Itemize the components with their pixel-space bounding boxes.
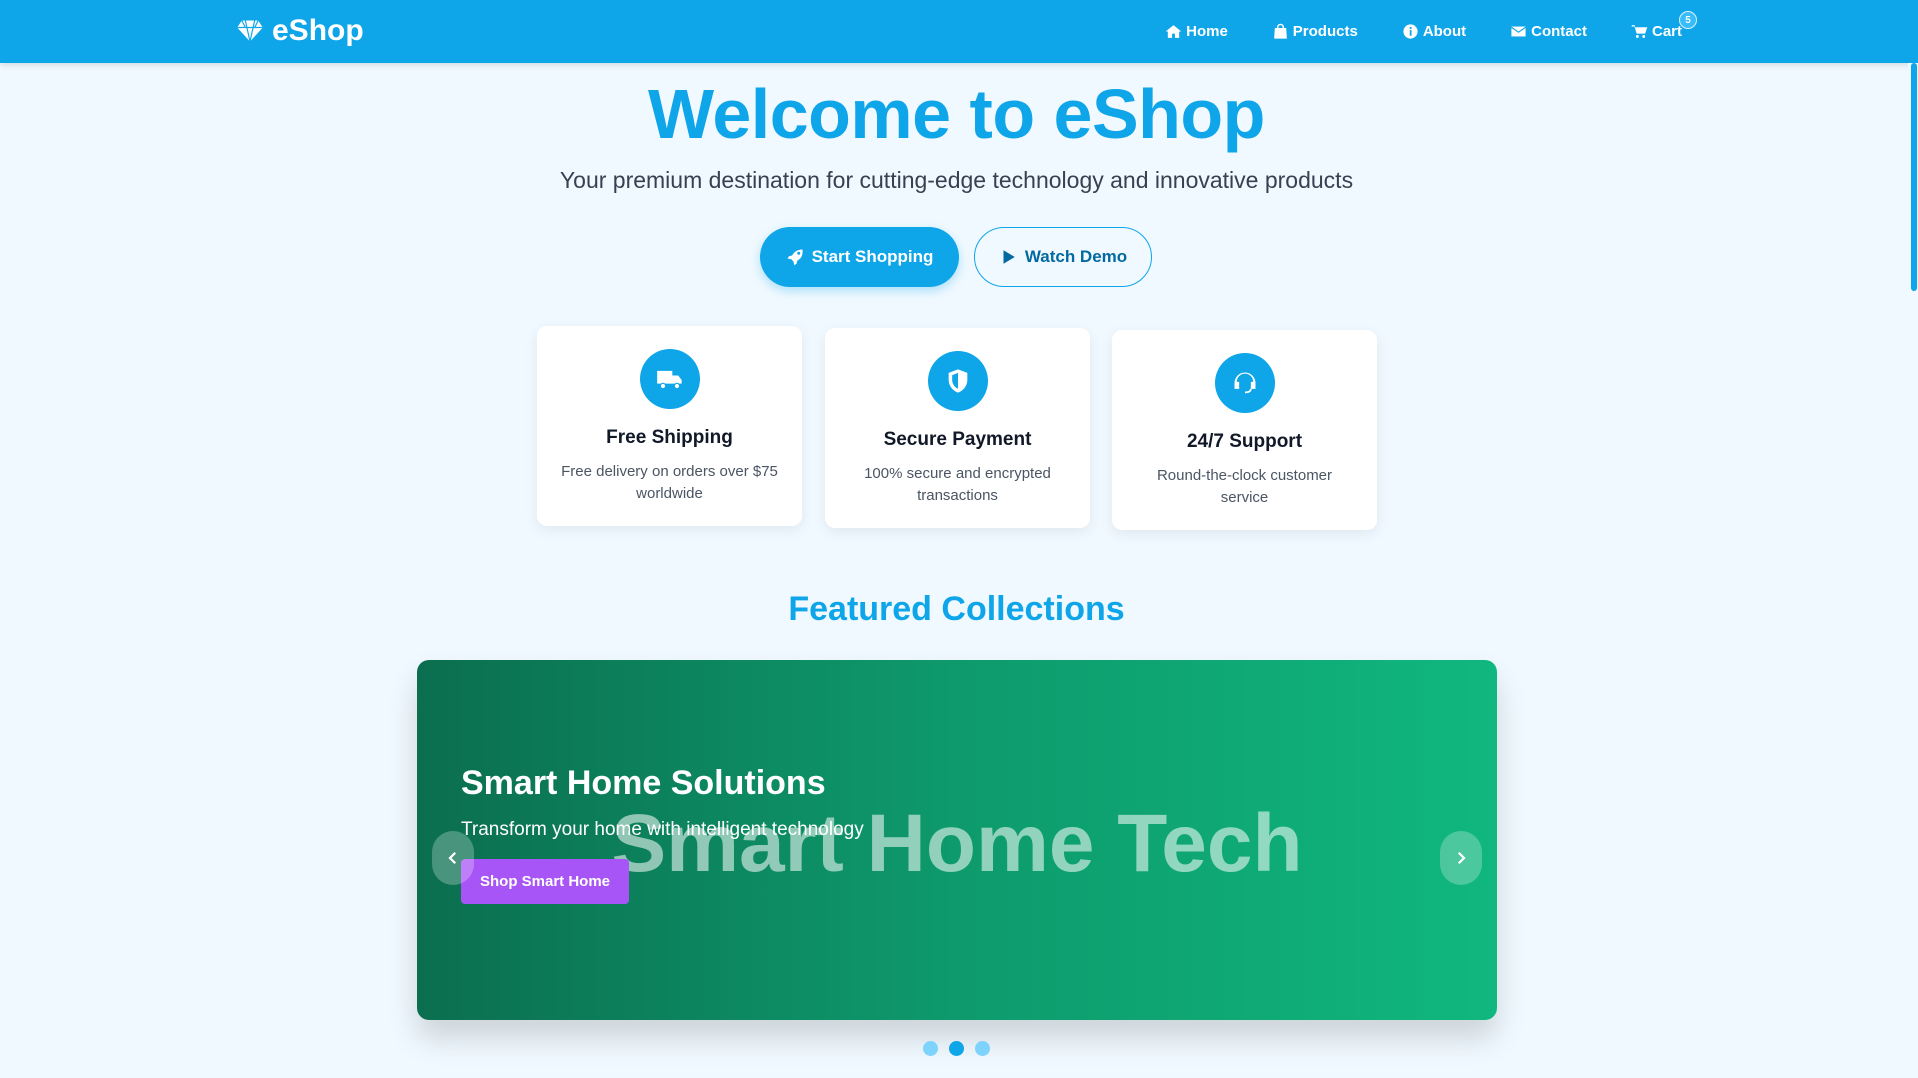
nav-about-label: About <box>1422 23 1467 40</box>
hero-buttons: Start Shopping Watch Demo <box>760 227 1152 287</box>
shopping-bag-icon <box>1273 23 1287 39</box>
feature-card-payment: Secure Payment 100% secure and encrypted… <box>825 328 1090 528</box>
carousel-dot-2[interactable] <box>949 1041 964 1056</box>
brand-logo[interactable]: eShop <box>236 14 364 48</box>
feature-description: 100% secure and encrypted transactions <box>864 465 1051 504</box>
feature-title: Secure Payment <box>883 429 1032 450</box>
feature-icon-wrap <box>927 351 988 411</box>
diamond-icon <box>237 20 263 42</box>
envelope-icon <box>1511 26 1527 37</box>
rocket-icon <box>787 249 803 266</box>
nav-cart-label: Cart <box>1651 23 1682 40</box>
scrollbar-thumb[interactable] <box>1911 63 1917 291</box>
chevron-left-icon <box>448 851 457 865</box>
carousel-next-button[interactable] <box>1440 831 1482 885</box>
nav-cart[interactable]: Cart 5 <box>1631 11 1697 40</box>
shop-smart-home-button[interactable]: Shop Smart Home <box>461 859 629 904</box>
nav-home[interactable]: Home <box>1165 23 1228 40</box>
feature-icon-wrap <box>639 349 700 409</box>
brand-name: eShop <box>272 14 364 47</box>
carousel-dot-1[interactable] <box>923 1041 938 1056</box>
page: eShop Home Products About Contact Cart 5… <box>0 0 1918 1078</box>
nav-links: Home Products About Contact Cart 5 <box>1165 0 1697 63</box>
truck-icon <box>656 370 682 390</box>
watch-demo-label: Watch Demo <box>1024 247 1128 266</box>
hero-title: Welcome to eShop <box>648 75 1265 153</box>
start-shopping-button[interactable]: Start Shopping <box>760 227 959 287</box>
nav-contact-label: Contact <box>1531 23 1587 40</box>
nav-contact[interactable]: Contact <box>1510 23 1587 40</box>
carousel-prev-button[interactable] <box>432 831 474 885</box>
feature-description: Free delivery on orders over $75 worldwi… <box>561 463 778 502</box>
nav-home-label: Home <box>1186 23 1228 40</box>
play-icon <box>1003 250 1015 264</box>
slide-description: Transform your home with intelligent tec… <box>461 819 864 840</box>
slide-content: Smart Home Solutions Transform your home… <box>461 764 864 904</box>
cart-count-badge: 5 <box>1679 11 1697 29</box>
start-shopping-label: Start Shopping <box>811 247 934 266</box>
nav-about[interactable]: About <box>1402 23 1466 40</box>
slide-title: Smart Home Solutions <box>461 764 826 802</box>
carousel-dots <box>923 1041 990 1056</box>
headset-icon <box>1234 372 1255 394</box>
shield-icon <box>948 369 967 393</box>
featured-collections-title: Featured Collections <box>788 590 1125 628</box>
info-icon <box>1403 24 1418 39</box>
nav-products[interactable]: Products <box>1272 23 1358 40</box>
chevron-right-icon <box>1457 851 1466 865</box>
feature-card-support: 24/7 Support Round-the-clock customer se… <box>1112 330 1377 530</box>
feature-title: 24/7 Support <box>1186 431 1303 452</box>
feature-title: Free Shipping <box>606 427 733 448</box>
feature-card-shipping: Free Shipping Free delivery on orders ov… <box>537 326 802 526</box>
hero-subtitle: Your premium destination for cutting-edg… <box>559 167 1354 193</box>
feature-description: Round-the-clock customer service <box>1156 467 1333 506</box>
feature-icon-wrap <box>1214 353 1275 413</box>
carousel-dot-3[interactable] <box>975 1041 990 1056</box>
watch-demo-button[interactable]: Watch Demo <box>974 227 1152 287</box>
featured-carousel: Smart Home Tech Smart Home Solutions Tra… <box>417 660 1497 1020</box>
navbar: eShop Home Products About Contact Cart 5 <box>0 0 1918 63</box>
home-icon <box>1165 25 1182 38</box>
cart-icon <box>1631 25 1648 38</box>
nav-products-label: Products <box>1292 23 1358 40</box>
